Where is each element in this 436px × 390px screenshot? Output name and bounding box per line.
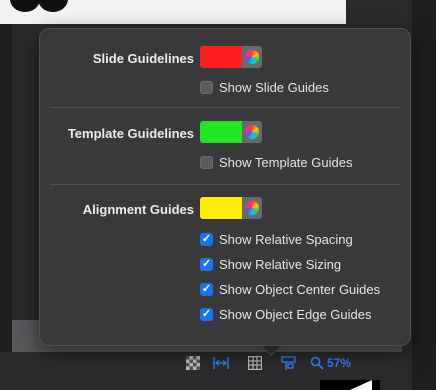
alignment-guides-color-well[interactable]	[200, 197, 262, 219]
checkbox-label: Show Object Edge Guides	[219, 307, 372, 322]
checkmark-icon[interactable]: ✓	[200, 308, 213, 321]
color-wheel-icon[interactable]	[242, 197, 262, 219]
color-wheel-icon[interactable]	[242, 46, 262, 68]
zoom-icon[interactable]	[309, 355, 325, 371]
section-divider	[50, 107, 400, 108]
slide-shape	[38, 0, 68, 12]
checkbox-label: Show Template Guides	[219, 155, 353, 170]
checkerboard-icon[interactable]	[185, 355, 201, 371]
template-guidelines-label: Template Guidelines	[67, 126, 194, 141]
checkbox-label: Show Slide Guides	[219, 80, 329, 95]
checkbox-label: Show Relative Spacing	[219, 232, 353, 247]
show-object-center-guides-checkbox[interactable]: ✓ Show Object Center Guides	[200, 282, 380, 297]
slide-canvas	[0, 0, 346, 24]
show-relative-spacing-checkbox[interactable]: ✓ Show Relative Spacing	[200, 232, 353, 247]
show-template-guides-checkbox[interactable]: Show Template Guides	[200, 155, 352, 170]
alignment-guides-label: Alignment Guides	[82, 202, 194, 217]
alignment-guides-color-fill	[200, 197, 242, 219]
checkmark-icon[interactable]: ✓	[200, 283, 213, 296]
slide-shape	[10, 0, 40, 12]
show-slide-guides-checkbox[interactable]: Show Slide Guides	[200, 80, 329, 95]
inspector-edge	[412, 0, 436, 390]
zoom-level[interactable]: 57%	[327, 356, 351, 370]
checkbox-unchecked-icon[interactable]	[200, 81, 213, 94]
show-object-edge-guides-checkbox[interactable]: ✓ Show Object Edge Guides	[200, 307, 371, 322]
left-panel-edge	[0, 24, 12, 354]
show-relative-sizing-checkbox[interactable]: ✓ Show Relative Sizing	[200, 257, 341, 272]
guides-popover: Slide Guidelines Show Slide Guides Templ…	[39, 28, 411, 346]
grid-icon[interactable]	[247, 355, 263, 371]
slide-guidelines-color-fill	[200, 46, 242, 68]
section-divider	[50, 184, 400, 185]
color-wheel-icon[interactable]	[242, 121, 262, 143]
checkbox-label: Show Object Center Guides	[219, 282, 381, 297]
template-guidelines-color-well[interactable]	[200, 121, 262, 143]
slide-thumbnail	[320, 380, 380, 390]
checkmark-icon[interactable]: ✓	[200, 258, 213, 271]
checkbox-label: Show Relative Sizing	[219, 257, 342, 272]
checkmark-icon[interactable]: ✓	[200, 233, 213, 246]
slide-guidelines-color-well[interactable]	[200, 46, 262, 68]
template-guidelines-color-fill	[200, 121, 242, 143]
guides-icon[interactable]	[280, 355, 296, 371]
slide-guidelines-label: Slide Guidelines	[92, 51, 194, 66]
checkbox-unchecked-icon[interactable]	[200, 156, 213, 169]
fit-width-icon[interactable]	[213, 355, 229, 371]
